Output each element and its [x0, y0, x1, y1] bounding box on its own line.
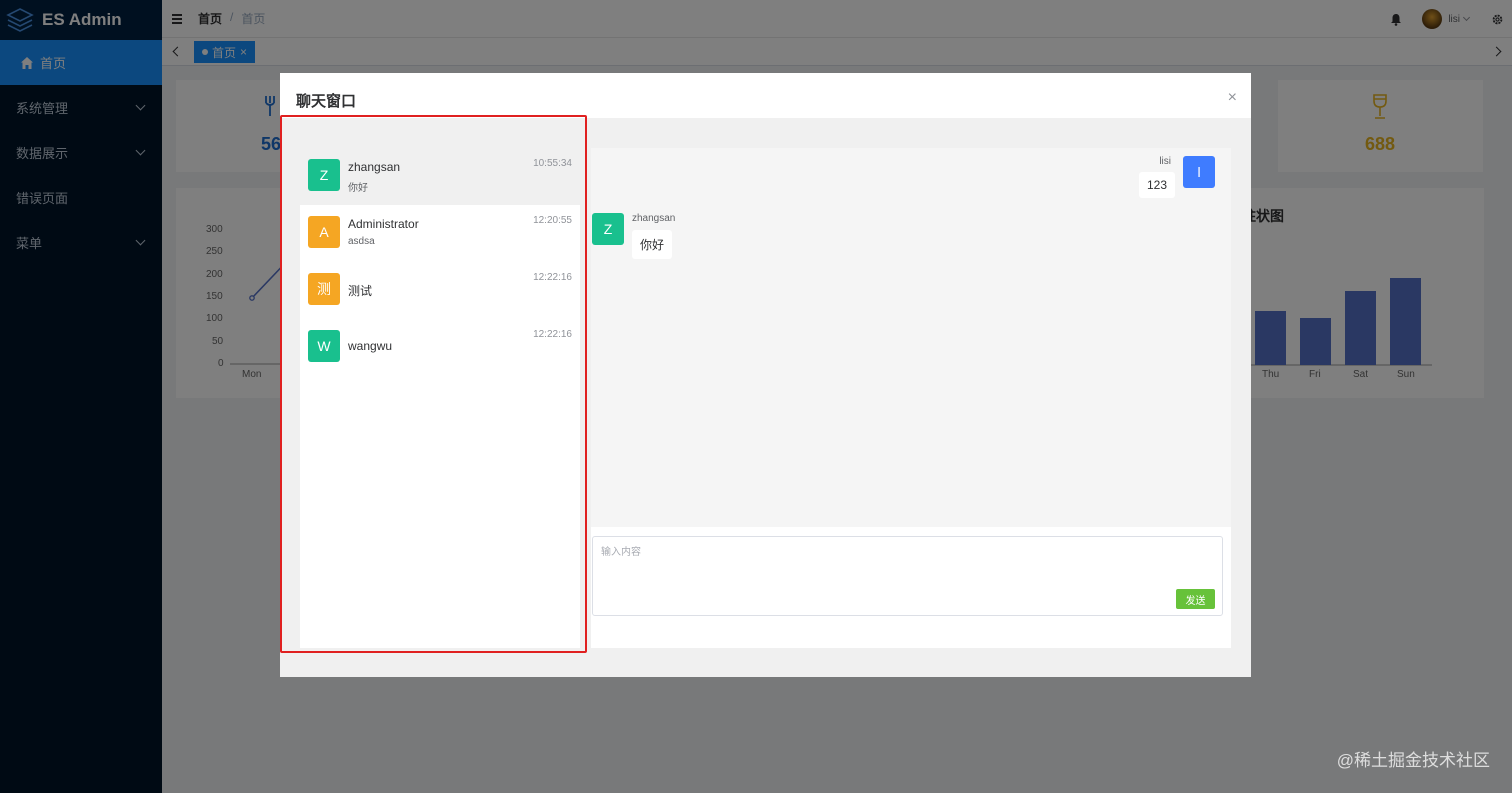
message-sender: zhangsan: [632, 213, 676, 224]
message-list: l lisi 123 Z zhangsan 你好: [591, 148, 1231, 527]
send-button[interactable]: 发送: [1176, 589, 1215, 609]
message-bubble: 123: [1138, 172, 1175, 198]
message-sender: lisi: [1159, 156, 1171, 167]
message-input[interactable]: [593, 537, 1222, 615]
message-bubble: 你好: [632, 230, 673, 259]
chat-area: l lisi 123 Z zhangsan 你好 发送: [591, 148, 1231, 648]
message-input-box: 发送: [592, 536, 1223, 616]
avatar: Z: [592, 213, 624, 245]
highlight-frame: [280, 115, 587, 653]
close-icon[interactable]: ×: [1228, 89, 1237, 107]
watermark: @稀土掘金技术社区: [1336, 751, 1490, 770]
dialog-title: 聊天窗口: [296, 93, 357, 110]
avatar: l: [1183, 156, 1215, 188]
